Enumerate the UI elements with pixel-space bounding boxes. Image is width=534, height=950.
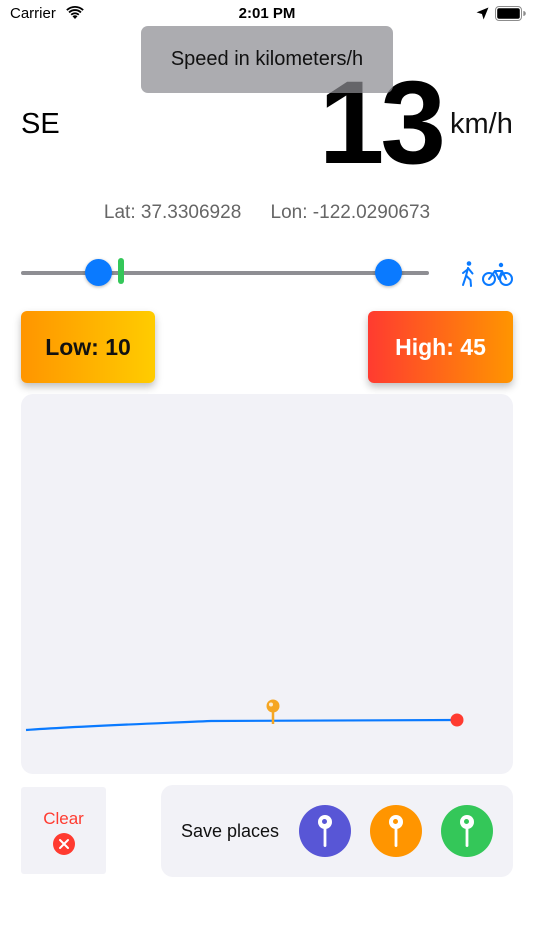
clear-button[interactable]: Clear [21, 787, 106, 874]
current-location-marker [450, 713, 464, 727]
longitude-label: Lon: -122.0290673 [270, 202, 431, 223]
pin-icon [389, 815, 403, 847]
save-places-label: Save places [181, 821, 280, 841]
battery-icon [495, 6, 526, 21]
activity-mode-button[interactable] [458, 260, 514, 288]
latitude-label: Lat: 37.3306928 [103, 202, 242, 223]
speed-unit[interactable]: km/h [450, 108, 513, 141]
walk-icon [462, 261, 474, 287]
heading-direction: SE [21, 108, 60, 140]
save-orange-pin-button[interactable] [370, 805, 422, 857]
route-map[interactable] [21, 394, 513, 774]
clear-x-icon [52, 833, 75, 855]
slider-track[interactable] [21, 271, 429, 275]
low-limit-badge[interactable]: Low: 10 [21, 311, 155, 383]
route-line [25, 718, 458, 732]
current-speed-marker [117, 258, 124, 284]
save-places-panel: Save places [161, 785, 513, 877]
low-limit-thumb[interactable] [85, 259, 113, 286]
save-purple-pin-button[interactable] [299, 805, 351, 857]
location-arrow-icon [476, 7, 489, 20]
bike-icon [482, 262, 513, 286]
pin-icon [318, 815, 332, 847]
save-green-pin-button[interactable] [441, 805, 493, 857]
high-limit-badge[interactable]: High: 45 [368, 311, 513, 383]
route-overlay [25, 699, 464, 732]
speed-range-slider[interactable] [21, 255, 429, 286]
speed-unit-toast: Speed in kilometers/h [141, 26, 393, 93]
coordinates: Lat: 37.3306928 Lon: -122.0290673 [0, 202, 534, 224]
pin-icon [460, 815, 474, 847]
status-time: 2:01 PM [238, 5, 296, 22]
high-limit-thumb[interactable] [374, 259, 402, 286]
clear-label: Clear [43, 809, 84, 828]
